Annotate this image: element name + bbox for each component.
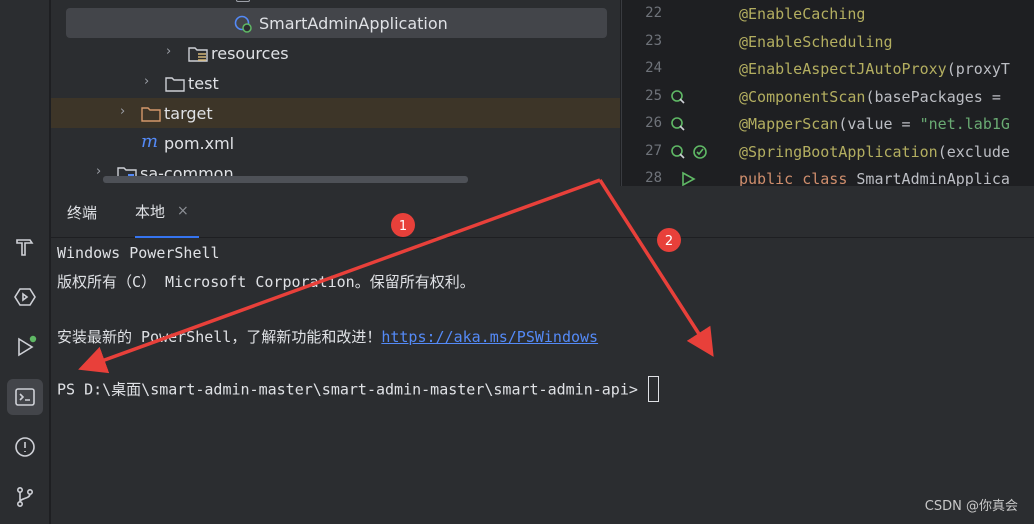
terminal-line: 安装最新的 PowerShell，了解新功能和改进！https://aka.ms… xyxy=(57,326,598,347)
bean-gutter-icon[interactable] xyxy=(670,116,686,132)
git-branch-icon[interactable] xyxy=(7,479,43,515)
line-number: 23 xyxy=(645,33,662,49)
tree-item-label: resources xyxy=(211,43,289,63)
spring-class-icon xyxy=(234,15,252,33)
line-number: 28 xyxy=(645,170,662,186)
tree-item-target[interactable]: › target xyxy=(51,98,620,128)
tree-item-label: pom.xml xyxy=(164,133,235,153)
watermark: CSDN @你真会 xyxy=(924,499,1018,514)
line-number: 27 xyxy=(645,143,662,159)
code-line: @SpringBootApplication(exclude xyxy=(739,143,1010,161)
tab-label: 本地 xyxy=(135,202,166,221)
terminal-prompt: PS D:\桌面\smart-admin-master\smart-admin-… xyxy=(57,380,638,399)
annotation-token: @EnableScheduling xyxy=(739,33,893,51)
terminal-line: 版权所有（C） Microsoft Corporation。保留所有权利。 xyxy=(57,273,475,291)
tree-item-label: test xyxy=(188,73,219,93)
code-line: @EnableScheduling xyxy=(739,33,893,51)
terminal-prompt-line[interactable]: PS D:\桌面\smart-admin-master\smart-admin-… xyxy=(57,376,659,402)
tab-terminal-title: 终端 xyxy=(67,186,97,238)
close-icon[interactable]: × xyxy=(177,203,189,219)
project-tree: SmartAdminApplication › resources › test… xyxy=(51,0,620,186)
run-icon[interactable] xyxy=(7,329,43,365)
terminal-icon[interactable] xyxy=(7,379,43,415)
code-line: @EnableCaching xyxy=(739,5,865,23)
terminal-output[interactable]: Windows PowerShell 版权所有（C） Microsoft Cor… xyxy=(51,238,1034,524)
code-editor[interactable]: 22 @EnableCaching 23 @EnableScheduling 2… xyxy=(621,0,1034,186)
bean-gutter-icon[interactable] xyxy=(670,144,686,160)
terminal-cursor xyxy=(647,376,659,402)
code-token: (exclude xyxy=(937,143,1010,161)
run-gutter-icon[interactable] xyxy=(680,171,696,186)
code-token: (proxyT xyxy=(946,60,1010,78)
terminal-line: Windows PowerShell xyxy=(57,244,220,262)
string-token: "net.lab1G xyxy=(919,115,1010,133)
code-token: SmartAdminApplica xyxy=(856,170,1010,186)
build-hammer-icon[interactable] xyxy=(7,229,43,265)
chevron-right-icon[interactable]: › xyxy=(144,75,156,88)
code-line: public class SmartAdminApplica xyxy=(739,170,1010,186)
tree-horizontal-scrollbar[interactable] xyxy=(103,176,468,183)
code-token: (basePackages = xyxy=(865,88,1001,106)
annotation-token: @EnableCaching xyxy=(739,5,866,23)
bean-gutter-icon[interactable] xyxy=(670,89,686,105)
line-number: 25 xyxy=(645,88,662,104)
folder-icon xyxy=(141,107,161,122)
chevron-right-icon[interactable]: › xyxy=(166,45,178,58)
tree-item-test[interactable]: › test xyxy=(51,68,620,98)
panel-title: 终端 xyxy=(67,203,98,222)
code-line: @ComponentScan(basePackages = xyxy=(739,88,1001,106)
terminal-tab-bar: 终端 本地 × xyxy=(51,186,1034,238)
chevron-right-icon[interactable]: › xyxy=(120,105,132,118)
keyword-token: public class xyxy=(739,170,857,186)
tab-local[interactable]: 本地 × xyxy=(135,186,199,238)
tree-item-resources[interactable]: › resources xyxy=(51,38,620,68)
maven-icon: m xyxy=(141,131,159,152)
line-number: 22 xyxy=(645,5,662,21)
tree-item-label: SmartAdminApplication xyxy=(259,13,448,33)
code-line: @EnableAspectJAutoProxy(proxyT xyxy=(739,60,1010,78)
spring-boot-gutter-icon[interactable] xyxy=(692,144,708,160)
tool-window-strip xyxy=(0,0,50,524)
line-number: 26 xyxy=(645,115,662,131)
annotation-token: @MapperScan xyxy=(739,115,839,133)
file-icon-partial xyxy=(236,0,250,2)
tree-item-smartadminapplication[interactable]: SmartAdminApplication xyxy=(66,8,607,38)
problems-icon[interactable] xyxy=(7,429,43,465)
annotation-token: @ComponentScan xyxy=(739,88,866,106)
annotation-token: @EnableAspectJAutoProxy xyxy=(739,60,947,78)
line-number: 24 xyxy=(645,60,662,76)
terminal-text: 安装最新的 PowerShell，了解新功能和改进！ xyxy=(57,328,382,346)
tree-item-pom-xml[interactable]: m pom.xml xyxy=(51,128,620,158)
services-icon[interactable] xyxy=(7,279,43,315)
powershell-link[interactable]: https://aka.ms/PSWindows xyxy=(381,328,598,346)
code-line: @MapperScan(value = "net.lab1G xyxy=(739,115,1010,133)
annotation-token: @SpringBootApplication xyxy=(739,143,938,161)
code-token: (value = xyxy=(838,115,920,133)
folder-icon xyxy=(165,77,185,92)
tree-item-label: target xyxy=(164,103,213,123)
resources-folder-icon xyxy=(188,47,208,62)
